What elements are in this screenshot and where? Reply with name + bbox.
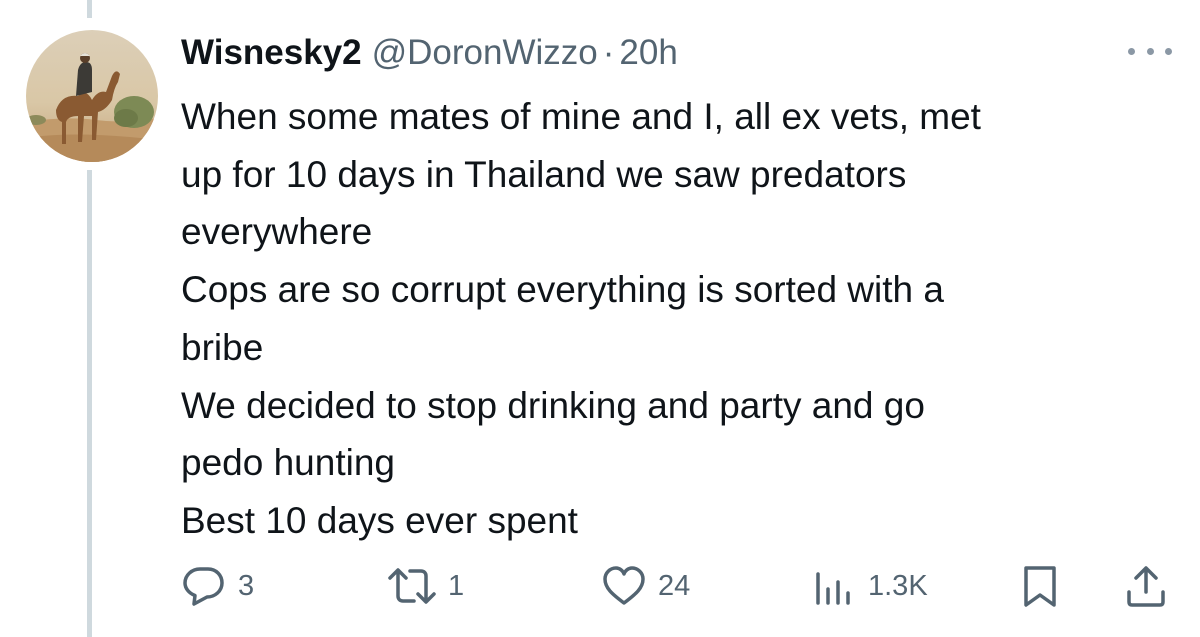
- like-count: 24: [658, 569, 691, 602]
- heart-icon: [603, 566, 645, 605]
- retweet-count: 1: [448, 569, 465, 602]
- tweet-text-line: Cops are so corrupt everything is sorted…: [181, 269, 944, 311]
- views-button[interactable]: 1.3K: [810, 562, 928, 610]
- reply-bubble-icon: [183, 567, 224, 606]
- tweet-text-line: When some mates of mine and I, all ex ve…: [181, 96, 981, 137]
- bookmark-button[interactable]: [1016, 562, 1064, 610]
- tweet-header: Wisnesky2 @DoronWizzo · 20h: [181, 30, 678, 76]
- tweet-text-line: bribe: [181, 326, 264, 368]
- timestamp[interactable]: 20h: [619, 33, 677, 73]
- bookmark-icon: [1024, 566, 1056, 607]
- views-bars-icon: [816, 572, 850, 605]
- tweet-text: When some mates of mine and I, all ex ve…: [181, 88, 1171, 550]
- views-count: 1.3K: [868, 569, 928, 602]
- action-bar: 3 1 24 1.3K: [0, 562, 1200, 610]
- tweet-text-line: up for 10 days in Thailand we saw predat…: [181, 153, 907, 195]
- retweet-button[interactable]: 1: [386, 562, 464, 610]
- separator-dot: ·: [602, 33, 615, 72]
- more-dot: [1128, 47, 1135, 55]
- tweet-text-line: Best 10 days ever spent: [181, 499, 578, 541]
- thread-line-top: [87, 0, 92, 18]
- reply-count: 3: [238, 569, 255, 602]
- share-upload-icon: [1127, 566, 1165, 607]
- reply-button[interactable]: 3: [180, 562, 254, 610]
- user-handle[interactable]: @DoronWizzo: [372, 33, 598, 73]
- avatar[interactable]: [26, 30, 158, 162]
- share-button[interactable]: [1122, 562, 1170, 610]
- more-dots-icon[interactable]: [1128, 44, 1172, 58]
- retweet-arrows-icon: [388, 568, 436, 604]
- tweet-text-line: We decided to stop drinking and party an…: [181, 384, 925, 426]
- tweet-text-line: everywhere: [181, 211, 373, 253]
- more-dot: [1146, 47, 1154, 55]
- tweet-text-line: pedo hunting: [181, 442, 395, 484]
- like-button[interactable]: 24: [600, 562, 690, 610]
- avatar-camel-rider-image: [26, 30, 158, 162]
- more-dot: [1165, 47, 1172, 55]
- display-name[interactable]: Wisnesky2: [181, 33, 362, 73]
